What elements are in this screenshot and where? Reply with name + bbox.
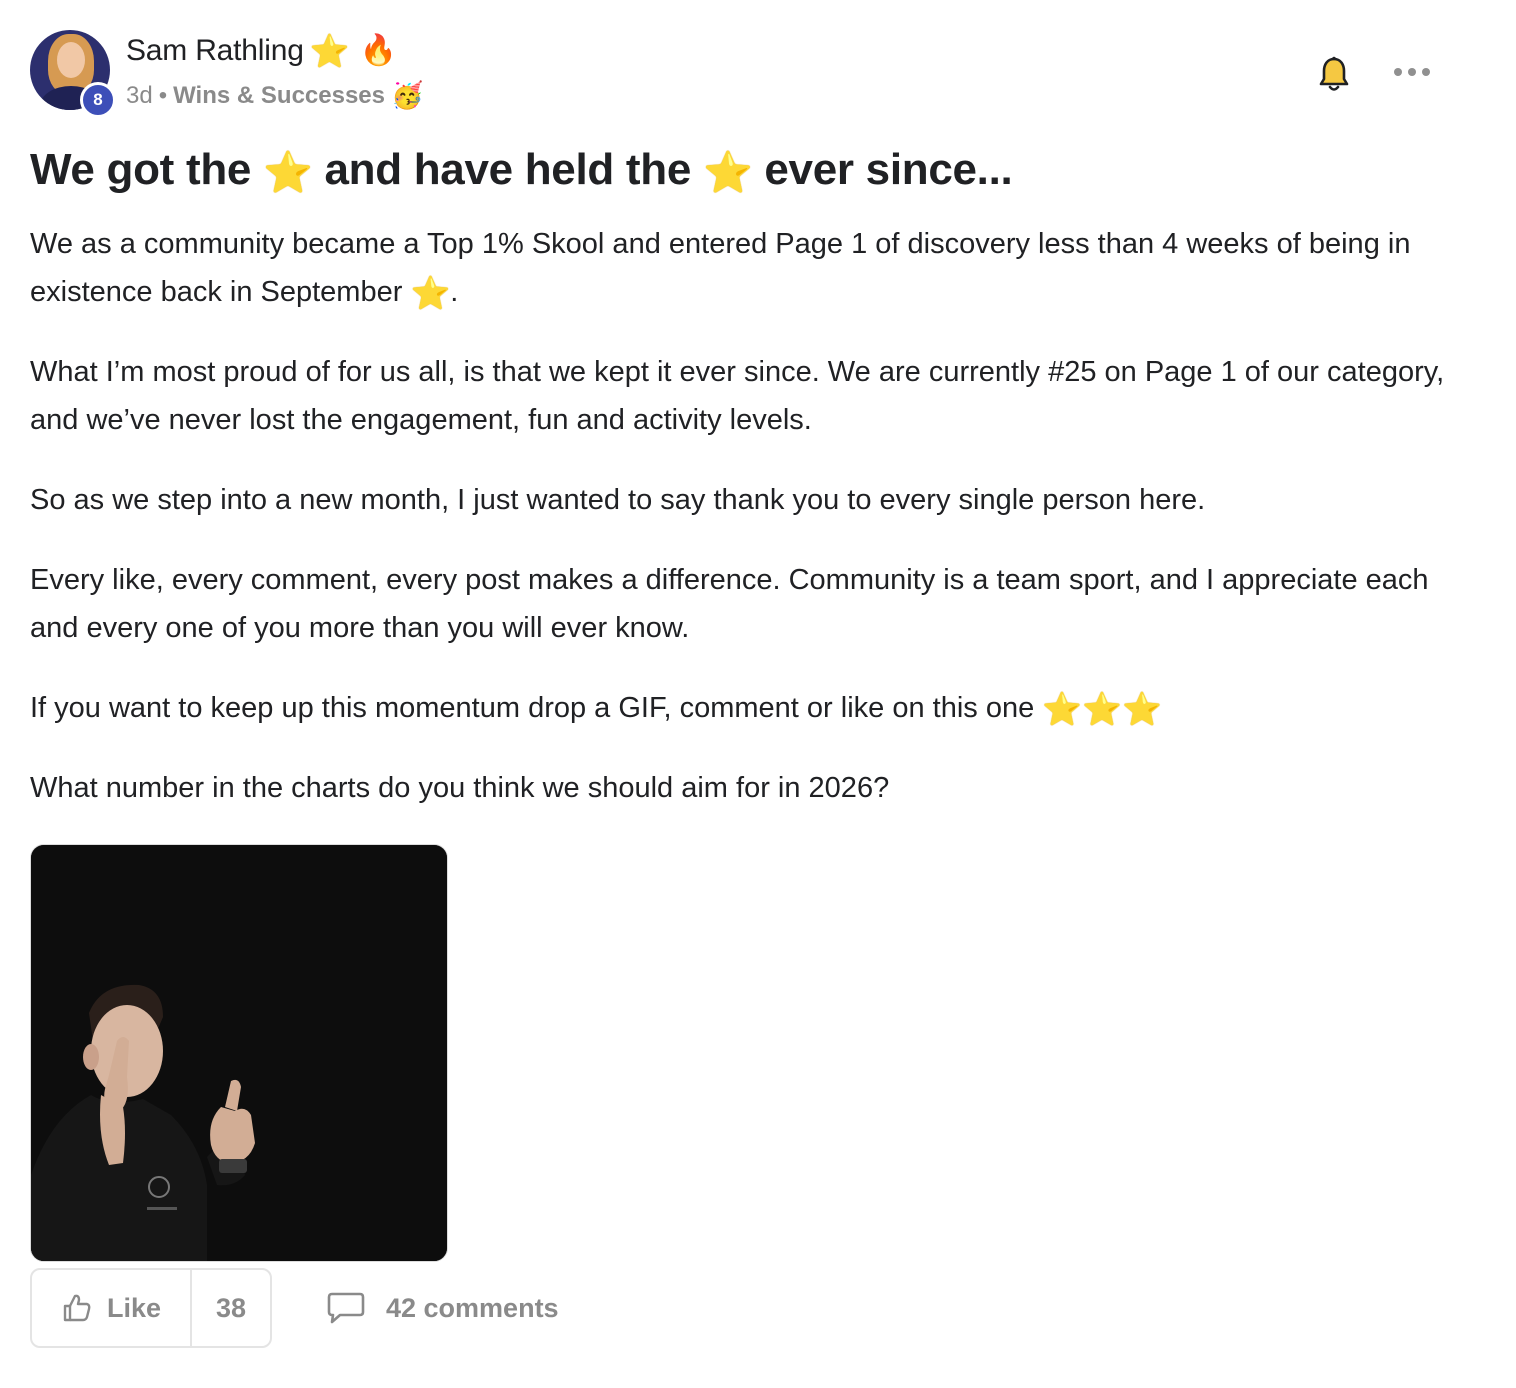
more-options-icon[interactable]: [1394, 64, 1434, 80]
meta-separator: •: [158, 82, 168, 109]
like-label: Like: [106, 1292, 162, 1323]
title-part-1: We got the: [30, 145, 252, 194]
author-line: Sam Rathling ⭐ 🔥: [126, 34, 397, 68]
post-meta: 3d • Wins & Successes 🥳: [126, 82, 423, 110]
title-part-3: ever since...: [764, 145, 1013, 194]
post-gif[interactable]: [30, 844, 448, 1262]
author-name[interactable]: Sam Rathling: [126, 34, 304, 68]
star-badge-icon: ⭐: [309, 32, 350, 70]
body-paragraph-1: We as a community became a Top 1% Skool …: [30, 220, 1460, 316]
fire-badge-icon: 🔥: [359, 33, 397, 68]
body-paragraph-4: Every like, every comment, every post ma…: [30, 564, 1429, 644]
thumbs-up-icon: [63, 1294, 91, 1322]
post-actions: Like 38 42 comments: [30, 1268, 559, 1348]
star-icon: ⭐: [410, 274, 451, 312]
post-time: 3d: [126, 82, 153, 109]
post-title: We got the ⭐ and have held the ⭐ ever si…: [30, 142, 1470, 198]
party-face-icon: 🥳: [391, 81, 424, 111]
body-paragraph-2: What I’m most proud of for us all, is th…: [30, 356, 1445, 436]
like-button[interactable]: Like: [32, 1270, 192, 1346]
paragraph-text: We as a community became a Top 1% Skool …: [30, 228, 1411, 308]
star-icon: ⭐: [702, 150, 753, 196]
like-group: Like 38: [30, 1268, 272, 1348]
post-header: 8 Sam Rathling ⭐ 🔥 3d • Wins & Successes…: [30, 28, 1470, 118]
paragraph-text: If you want to keep up this momentum dro…: [30, 692, 1035, 724]
star-icon: ⭐: [263, 150, 313, 196]
three-stars-icon: ⭐⭐⭐: [1042, 690, 1162, 728]
title-part-2: and have held the: [324, 145, 691, 194]
comment-bubble-icon: [327, 1292, 365, 1324]
comments-count-label: 42 comments: [386, 1292, 559, 1323]
like-count[interactable]: 38: [192, 1293, 270, 1324]
comments-link[interactable]: 42 comments: [326, 1291, 559, 1325]
paragraph-end: .: [450, 276, 459, 308]
bell-icon[interactable]: [1318, 56, 1350, 94]
author-avatar[interactable]: 8: [30, 30, 116, 118]
post-category[interactable]: Wins & Successes: [173, 82, 385, 110]
post-body: We as a community became a Top 1% Skool …: [30, 220, 1460, 812]
body-paragraph-3: So as we step into a new month, I just w…: [30, 484, 1206, 516]
body-paragraph-6: What number in the charts do you think w…: [30, 772, 890, 804]
body-paragraph-5: If you want to keep up this momentum dro…: [30, 684, 1460, 732]
level-badge: 8: [80, 82, 116, 118]
post-card: 8 Sam Rathling ⭐ 🔥 3d • Wins & Successes…: [30, 28, 1470, 1262]
gif-figure-image: [31, 845, 447, 1261]
